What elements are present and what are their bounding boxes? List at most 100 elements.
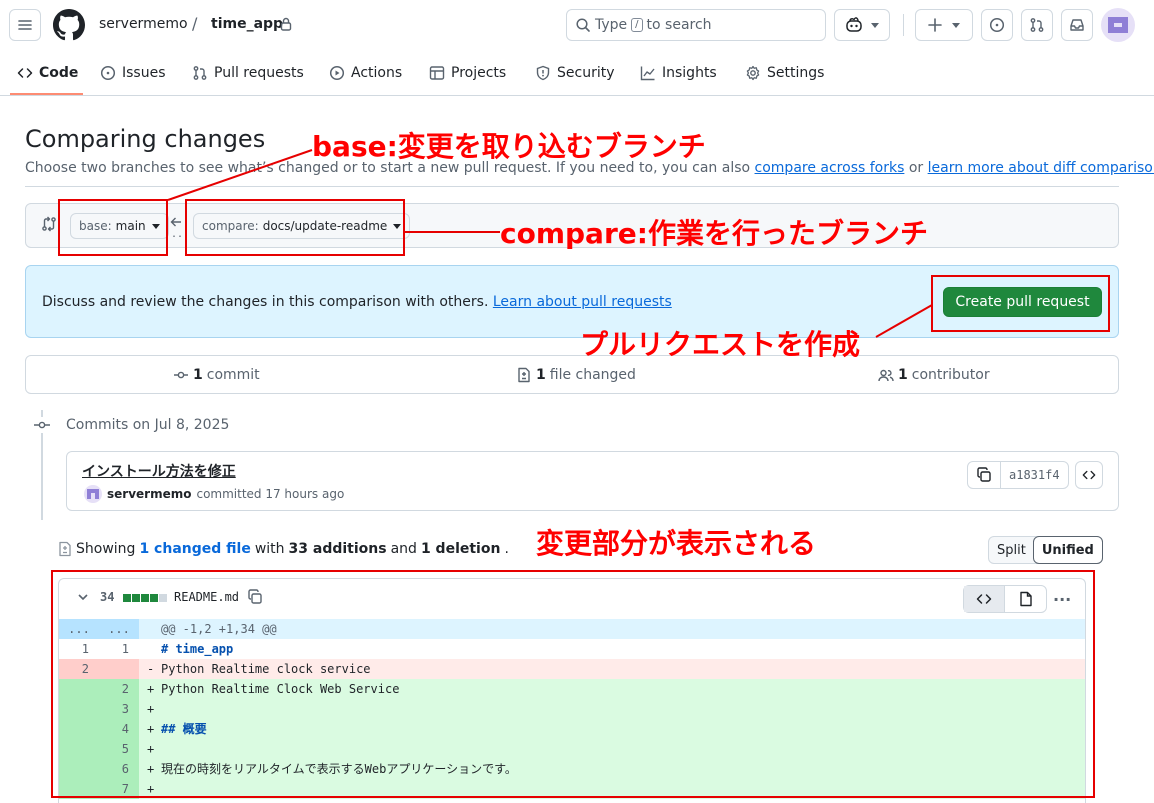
files-count: 1 [536, 367, 546, 383]
repo-name-link[interactable]: time_app [211, 16, 283, 32]
inbox-icon [1070, 19, 1084, 31]
user-avatar-icon [1108, 17, 1128, 33]
issues-button[interactable] [981, 9, 1013, 41]
stat-files[interactable]: 1 file changed [516, 367, 636, 383]
tab-label: Insights [662, 65, 717, 81]
page-title: Comparing changes [25, 125, 266, 153]
commit-author[interactable]: servermemo [107, 487, 191, 501]
browse-files-button[interactable] [1075, 461, 1103, 489]
tab-label: Actions [351, 65, 403, 81]
chevron-down-icon [871, 22, 879, 28]
repo-owner-link[interactable]: servermemo [99, 16, 188, 32]
inbox-button[interactable] [1061, 9, 1093, 41]
diff-view-toggle: Split Unified [988, 536, 1103, 564]
tab-issues[interactable]: Issues [100, 50, 166, 96]
summary-prefix: Showing [76, 541, 136, 557]
plus-icon [928, 18, 942, 32]
tab-projects[interactable]: Projects [429, 50, 506, 96]
tab-label: Code [39, 65, 79, 81]
issue-icon [989, 17, 1005, 33]
tab-actions[interactable]: Actions [329, 50, 402, 96]
files-label: file changed [549, 367, 636, 383]
divider [25, 186, 1119, 187]
create-new-button[interactable] [915, 9, 973, 41]
learn-pull-requests-link[interactable]: Learn about pull requests [493, 294, 672, 310]
copilot-icon [846, 17, 862, 32]
copy-icon [977, 467, 991, 482]
search-placeholder-suffix: to search [646, 17, 712, 33]
annotation-box-diff [51, 570, 1095, 798]
play-icon [329, 65, 345, 81]
deletions-count: 1 deletion [420, 541, 501, 557]
header-divider [903, 14, 904, 36]
tab-pull-requests[interactable]: Pull requests [192, 50, 304, 96]
table-icon [429, 66, 445, 80]
annotation-create: プルリクエストを作成 [580, 328, 861, 361]
menu-button[interactable] [9, 9, 41, 41]
commit-sha-group: a1831f4 [967, 461, 1069, 489]
commit-meta: servermemo committed 17 hours ago [84, 485, 344, 503]
file-diff-icon [518, 367, 530, 383]
search-placeholder: Type [595, 17, 628, 33]
annotation-box-compare [185, 199, 405, 256]
arrow-left-icon [170, 217, 181, 227]
commits-label: commit [206, 367, 260, 383]
github-logo-icon[interactable] [53, 9, 85, 41]
pull-request-icon [1030, 18, 1044, 32]
search-shortcut-key: / [631, 18, 643, 32]
stat-contributors[interactable]: 1 contributor [878, 367, 990, 383]
shield-icon [536, 65, 550, 81]
lock-icon [280, 17, 292, 31]
commit-title-link[interactable]: インストール方法を修正 [82, 461, 236, 481]
search-icon [576, 18, 590, 32]
file-diff-icon [59, 541, 71, 557]
annotation-box-create [931, 275, 1110, 332]
author-avatar-icon[interactable] [84, 485, 102, 503]
commit-sha-link[interactable]: a1831f4 [1001, 462, 1068, 488]
copilot-button[interactable] [834, 9, 890, 41]
avatar[interactable] [1101, 8, 1135, 42]
repo-nav: Code Issues Pull requests Actions Projec… [0, 50, 1154, 96]
active-tab-indicator [10, 93, 83, 95]
people-icon [878, 369, 894, 382]
pull-requests-button[interactable] [1021, 9, 1053, 41]
pull-request-icon [193, 66, 207, 80]
commits-date-heading: Commits on Jul 8, 2025 [66, 417, 230, 433]
top-bar: servermemo / time_app Type / to search [0, 0, 1154, 50]
tab-label: Settings [767, 65, 825, 81]
tab-label: Issues [122, 65, 166, 81]
compare-swap-icon[interactable] [41, 216, 57, 232]
summary-with: with [254, 541, 285, 557]
commit-icon [174, 371, 188, 379]
tab-settings[interactable]: Settings [745, 50, 824, 96]
banner-text: Discuss and review the changes in this c… [42, 294, 672, 310]
tab-label: Pull requests [214, 65, 304, 81]
additions-count: 33 additions [288, 541, 387, 557]
tab-label: Security [557, 65, 615, 81]
path-separator: / [192, 14, 198, 33]
compare-forks-link[interactable]: compare across forks [755, 160, 905, 176]
annotation-box-base [58, 199, 168, 256]
search-input[interactable]: Type / to search [566, 9, 826, 41]
contributors-label: contributor [911, 367, 990, 383]
annotation-base: base:変更を取り込むブランチ [312, 130, 706, 163]
split-view-button[interactable]: Split [989, 537, 1034, 563]
unified-view-button[interactable]: Unified [1032, 536, 1103, 564]
diff-summary: Showing 1 changed file with 33 additions… [58, 541, 509, 557]
learn-diff-link[interactable]: learn more about diff comparisons [928, 160, 1154, 176]
stat-commits[interactable]: 1 commit [173, 367, 260, 383]
copy-sha-button[interactable] [968, 462, 1001, 488]
commit-time: committed 17 hours ago [196, 487, 345, 501]
chevron-down-icon [952, 22, 960, 28]
summary-and: and [390, 541, 417, 557]
tab-security[interactable]: Security [535, 50, 615, 96]
banner-message: Discuss and review the changes in this c… [42, 294, 489, 310]
hamburger-icon [18, 20, 32, 30]
commit-icon [33, 417, 51, 433]
changed-files-link[interactable]: 1 changed file [139, 541, 250, 557]
tab-code[interactable]: Code [17, 50, 78, 96]
annotation-compare: compare:作業を行ったブランチ [500, 217, 928, 250]
tab-insights[interactable]: Insights [640, 50, 717, 96]
code-icon [17, 68, 33, 78]
commits-count: 1 [193, 367, 203, 383]
